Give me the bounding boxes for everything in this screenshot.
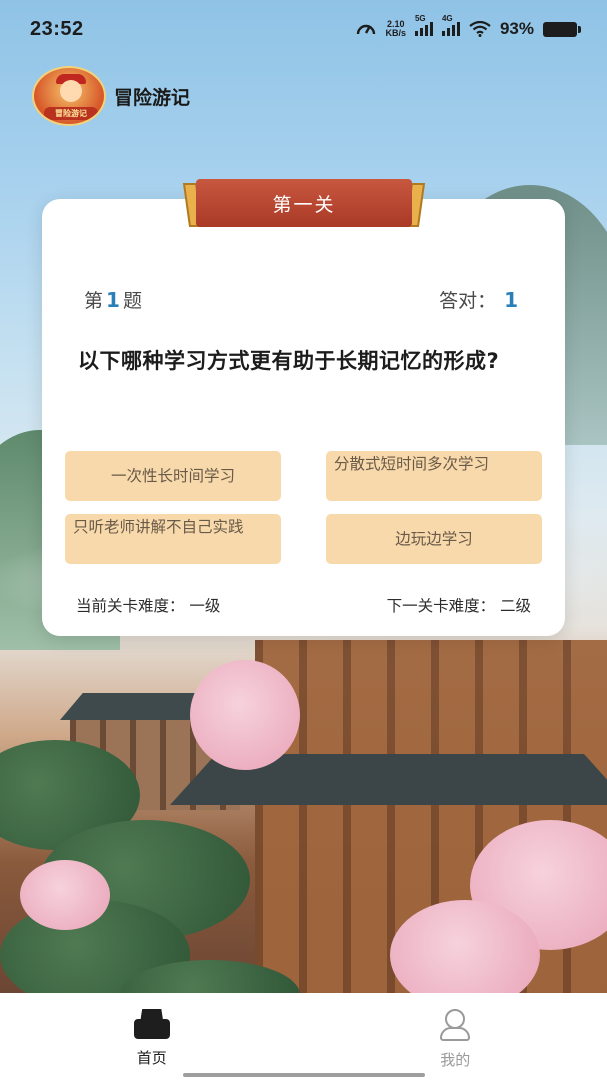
signal-5g-label: 5G [414, 14, 426, 23]
nav-item-mine[interactable]: 我的 [304, 993, 607, 1080]
option-b-button[interactable]: 分散式短时间多次学习 [326, 451, 542, 501]
next-difficulty: 下一关卡难度： 二级 [386, 597, 531, 615]
signal-5g-icon: 5G [414, 14, 433, 36]
level-title: 第一关 [196, 179, 412, 227]
correct-label: 答对： [439, 290, 497, 312]
net-speed-unit: KB/s [385, 28, 406, 38]
app-logo[interactable]: 冒险游记 [32, 66, 106, 126]
battery-icon [543, 21, 581, 37]
correct-number: 1 [504, 288, 518, 312]
status-time: 23:52 [30, 17, 84, 40]
speed-gauge-icon [357, 24, 376, 35]
home-indicator[interactable] [183, 1073, 425, 1077]
level-ribbon: 第一关 [182, 179, 426, 227]
option-c-button[interactable]: 只听老师讲解不自己实践 [65, 514, 281, 564]
wifi-icon [469, 21, 491, 37]
correct-count: 答对： 1 [439, 286, 521, 313]
logo-face [60, 80, 82, 102]
signal-4g-label: 4G [441, 14, 453, 23]
logo-banner: 冒险游记 [44, 107, 98, 120]
nav-label-mine: 我的 [440, 1051, 471, 1069]
user-icon [438, 1009, 472, 1041]
bottom-nav: 首页 我的 [0, 993, 607, 1080]
question-number: 1 [106, 288, 120, 312]
cherry-blossom-decoration [20, 860, 110, 930]
net-speed: 2.10 KB/s [385, 20, 406, 38]
question-index: 第1题 [84, 286, 142, 313]
cherry-blossom-decoration [190, 660, 300, 770]
quiz-card [42, 199, 565, 636]
app-title: 冒险游记 [114, 86, 191, 109]
battery-percent: 93% [499, 19, 534, 38]
nav-label-home: 首页 [136, 1049, 167, 1067]
home-icon [132, 1009, 172, 1039]
signal-4g-icon: 4G [441, 14, 460, 36]
nav-item-home[interactable]: 首页 [0, 993, 304, 1080]
question-prefix: 第 [84, 290, 104, 312]
question-suffix: 题 [122, 290, 142, 312]
status-bar: 23:52 2.10 KB/s 5G 4G 93% [0, 0, 607, 58]
app-header: 冒险游记 冒险游记 [32, 66, 190, 126]
current-difficulty: 当前关卡难度： 一级 [76, 597, 221, 615]
option-a-button[interactable]: 一次性长时间学习 [65, 451, 281, 501]
status-icons: 2.10 KB/s 5G 4G 93% [356, 14, 581, 39]
option-d-button[interactable]: 边玩边学习 [326, 514, 542, 564]
question-text: 以下哪种学习方式更有助于长期记忆的形成? [78, 349, 500, 373]
